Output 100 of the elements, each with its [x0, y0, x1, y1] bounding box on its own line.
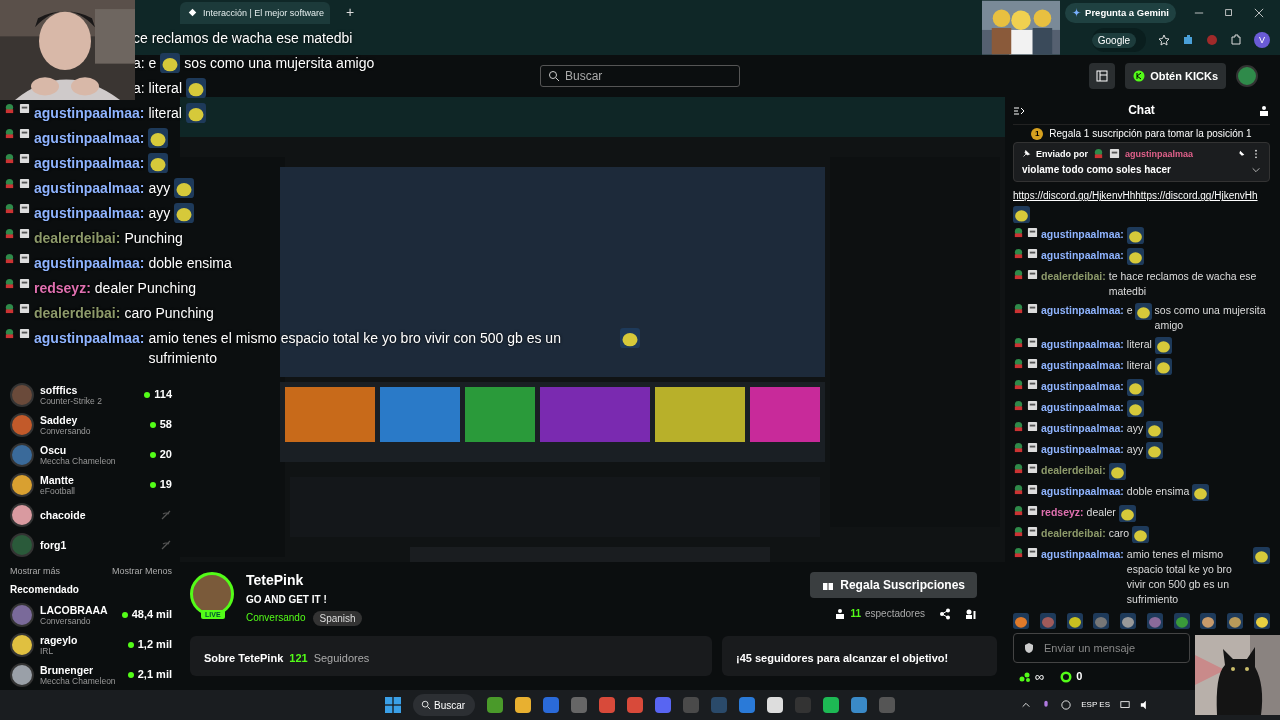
channel-name: forg1: [40, 538, 67, 552]
browser-tab[interactable]: Interacción | El mejor software: [180, 1, 330, 24]
channel-item[interactable]: Oscu Meccha Chameleon 20: [10, 440, 172, 470]
viewer-count: 20: [159, 448, 172, 462]
search-field[interactable]: Buscar: [540, 65, 740, 87]
close-icon[interactable]: [1254, 7, 1264, 18]
message-input[interactable]: Enviar un mensaje: [1013, 633, 1190, 664]
language-indicator[interactable]: ESP ES: [1081, 700, 1110, 710]
network-icon[interactable]: [1061, 700, 1072, 710]
collapse-icon[interactable]: [1013, 104, 1025, 117]
username[interactable]: agustinpaalmaa:: [1041, 248, 1124, 264]
channel-item[interactable]: forg1: [10, 530, 172, 560]
get-kicks-button[interactable]: Obtén KICKs: [1125, 63, 1226, 89]
channel-item[interactable]: Saddey Conversando 58: [10, 410, 172, 440]
live-dot: [149, 482, 156, 488]
badge-icon: [19, 278, 30, 289]
username[interactable]: agustinpaalmaa:: [1041, 379, 1124, 395]
gemini-button[interactable]: Pregunta a Gemini: [1065, 2, 1176, 23]
stream-category[interactable]: Conversando: [246, 612, 306, 625]
app-icon[interactable]: [599, 697, 615, 713]
badge-icon: [1013, 421, 1024, 433]
avatar: [10, 443, 34, 467]
viewer-label: espectadores: [864, 608, 925, 620]
app-icon[interactable]: [823, 697, 839, 713]
username[interactable]: redseyz:: [1041, 505, 1084, 521]
badge-icon: [19, 128, 30, 139]
badge-icon: [1013, 484, 1024, 496]
username[interactable]: agustinpaalmaa:: [1041, 337, 1124, 353]
app-icon[interactable]: [543, 697, 559, 713]
channel-name: rageylo: [40, 633, 78, 647]
username[interactable]: agustinpaalmaa:: [1041, 484, 1124, 500]
channel-item[interactable]: chacoide: [10, 500, 172, 530]
app-icon[interactable]: [515, 697, 531, 713]
app-icon[interactable]: [655, 697, 671, 713]
channel-item[interactable]: Mantte eFootball 19: [10, 470, 172, 500]
emote-button[interactable]: [1013, 613, 1029, 630]
follower-count: 121: [289, 651, 308, 665]
badge-icon: [19, 228, 30, 239]
username[interactable]: dealerdeibai:: [1041, 463, 1106, 479]
message-text: sos como una mujersita amigo: [1154, 303, 1267, 334]
restore-icon[interactable]: [1224, 7, 1234, 18]
username[interactable]: dealerdeibai:: [1041, 269, 1106, 285]
chevron-up-icon[interactable]: [1021, 700, 1032, 710]
shield-icon: [1023, 642, 1035, 655]
overlay-text: ce reclamos de wacha ese matedbi: [133, 29, 353, 48]
monitor-icon[interactable]: [1120, 700, 1130, 710]
channel-item[interactable]: sofffics Counter-Strike 2 114: [10, 380, 172, 410]
app-icon[interactable]: [487, 697, 503, 713]
app-icon[interactable]: [851, 697, 867, 713]
emote-button[interactable]: [1173, 613, 1190, 630]
badge-icon: [1013, 547, 1024, 559]
new-tab-button[interactable]: +: [340, 3, 361, 22]
badge-icon: [1013, 505, 1024, 517]
search-engine-chip[interactable]: Google: [1091, 32, 1136, 48]
emote-button[interactable]: [1120, 613, 1137, 630]
badge-icon: [1013, 526, 1024, 538]
channel-item[interactable]: Brunenger Meccha Chameleon 2,1 mil: [10, 660, 172, 690]
badge-icon: [1027, 379, 1038, 391]
share-icon[interactable]: [939, 608, 951, 620]
username[interactable]: agustinpaalmaa:: [1041, 303, 1124, 319]
language-tag[interactable]: Spanish: [313, 610, 362, 626]
address-bar[interactable]: Google: [1091, 28, 1146, 52]
taskbar-search[interactable]: Buscar: [413, 694, 475, 716]
username[interactable]: agustinpaalmaa:: [1041, 547, 1124, 563]
badge-icon: [4, 228, 15, 239]
channel-item[interactable]: LACOBRAAA Conversando 48,4 mil: [10, 600, 172, 630]
badge-icon: [19, 103, 30, 114]
link[interactable]: https://discord.gg/HjkenvHhhttps://discord.gg/HjkenvHh: [1013, 188, 1258, 204]
emote-icon: [1013, 613, 1029, 630]
extension-icon[interactable]: [1182, 34, 1194, 46]
show-more-link[interactable]: Mostrar más: [10, 566, 60, 576]
viewer-count: 58: [159, 418, 172, 432]
badge-icon: [1109, 148, 1120, 160]
emote-button[interactable]: [1200, 613, 1217, 630]
user-avatar[interactable]: [1236, 65, 1258, 87]
emote-button[interactable]: [1066, 613, 1083, 630]
layout-button[interactable]: [1089, 63, 1116, 89]
username[interactable]: agustinpaalmaa:: [1041, 358, 1124, 374]
username[interactable]: dealerdeibai:: [1041, 526, 1106, 542]
windows-icon[interactable]: [385, 697, 401, 713]
app-icon[interactable]: [627, 697, 643, 713]
profile-avatar[interactable]: V: [1254, 32, 1270, 48]
channel-item[interactable]: rageylo IRL 1,2 mil: [10, 630, 172, 660]
username[interactable]: agustinpaalmaa:: [1041, 400, 1124, 416]
username: dealerdeibai:: [34, 304, 121, 323]
user-settings-icon[interactable]: [965, 608, 977, 620]
emote-button[interactable]: [1227, 613, 1244, 630]
emote-button[interactable]: [1253, 613, 1270, 630]
username[interactable]: agustinpaalmaa:: [1041, 421, 1124, 437]
username: agustinpaalmaa:: [34, 204, 145, 223]
show-less-link[interactable]: Mostrar Menos: [111, 566, 172, 576]
channel-name: Mantte: [40, 473, 74, 487]
app-icon[interactable]: [739, 697, 755, 713]
app-icon[interactable]: [767, 697, 783, 713]
username: agustinpaalmaa:: [34, 254, 145, 273]
username[interactable]: agustinpaalmaa:: [1041, 227, 1124, 243]
star-icon[interactable]: [1158, 34, 1170, 46]
username[interactable]: agustinpaalmaa:: [1041, 442, 1124, 458]
people-icon[interactable]: [1258, 104, 1270, 117]
gift-subs-button[interactable]: Regala Suscripciones: [810, 572, 977, 598]
